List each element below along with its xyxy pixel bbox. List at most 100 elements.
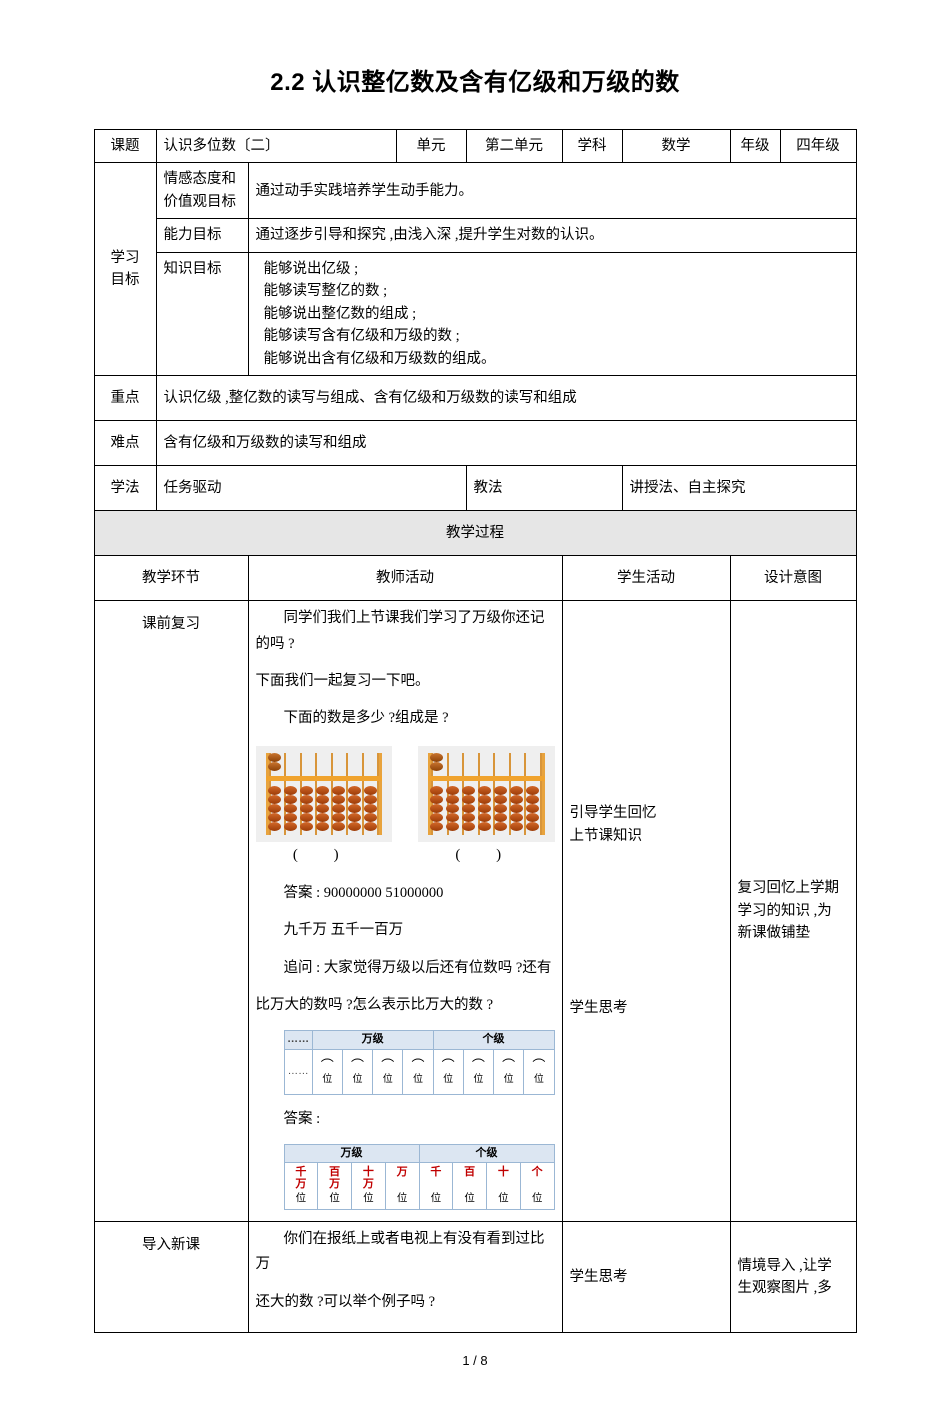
pv-name-1: 千 — [430, 1165, 442, 1178]
pv-unit: 位 — [498, 1191, 509, 1204]
review-answer2-label: 答案 : — [283, 1110, 321, 1127]
pv-group-ge: 个级 — [418, 1143, 555, 1163]
pv-unit: 位 — [329, 1191, 340, 1204]
design-intent-intro: 情境导入 ,让学 生观察图片 ,多 — [729, 1220, 857, 1334]
pv-header-row: …… 万级 个级 — [283, 1030, 555, 1050]
pv-unit: 位 — [443, 1073, 454, 1085]
intent-line: 复习回忆上学期 — [737, 880, 840, 897]
page-footer: 1 / 8 — [462, 1353, 488, 1368]
table-row: 知识目标 能够说出亿级 ; 能够读写整亿的数 ; 能够说出整亿数的组成 ; 能够… — [94, 251, 857, 377]
table-row: 课前复习 同学们我们上节课我们学习了万级你还记的吗 ? 下面我们一起复习一下吧。… — [93, 600, 857, 1222]
pv-cell: 十万位 — [351, 1161, 386, 1210]
lesson-plan-table: 课题 认识多位数〔二〕 单元 第二单元 学科 数学 年级 四年级 学习 目标 情… — [93, 128, 857, 1334]
header-intent: 设计意图 — [729, 555, 857, 602]
objective-name-emotional-line1: 情感态度和 — [163, 171, 237, 188]
pv-group-ge: 个级 — [432, 1030, 555, 1050]
label-objectives-line1: 学习 — [110, 249, 140, 266]
label-objectives-line2: 目标 — [110, 272, 140, 289]
pv-unit: 位 — [396, 1191, 408, 1204]
label-key-point: 重点 — [93, 375, 157, 422]
pv-name-2: 万 — [362, 1177, 374, 1190]
abacus-right — [418, 745, 555, 842]
document-page: 2.2 认识整亿数及含有亿级和万级的数 课题 认识多位数〔二〕 单元 第二单元 … — [0, 62, 950, 1406]
review-text-2: 下面我们一起复习一下吧。 — [255, 672, 430, 689]
review-text-1: 同学们我们上节课我们学习了万级你还记的吗 ? — [255, 610, 545, 652]
pv-unit: 位 — [412, 1073, 423, 1085]
pv-cells-row: …… ⌒ 位 ⌒ 位 ⌒ 位 ⌒ 位 ⌒ 位 ⌒ 位 ⌒ 位 ⌒ 位 — [283, 1048, 555, 1095]
table-row: 教学环节 教师活动 学生活动 设计意图 — [93, 555, 857, 602]
label-grade: 年级 — [729, 128, 781, 164]
table-row: 学法 任务驱动 教法 讲授法、自主探究 — [93, 465, 857, 512]
table-row: 能力目标 通过逐步引导和探究 ,由浅入深 ,提升学生对数的认识。 — [94, 218, 857, 253]
value-topic: 认识多位数〔二〕 — [155, 128, 397, 164]
knowledge-line: 能够说出亿级 ; — [263, 260, 359, 277]
pv-unit: 位 — [533, 1073, 544, 1085]
table-row: 课题 认识多位数〔二〕 单元 第二单元 学科 数学 年级 四年级 — [93, 128, 857, 164]
pv-arc: ⌒ — [411, 1057, 425, 1073]
pv-name-1: 万 — [396, 1165, 408, 1178]
table-row: 难点 含有亿级和万级数的读写和组成 — [93, 420, 857, 467]
value-grade: 四年级 — [779, 128, 857, 164]
pv-cells-row: 千万位 百万位 十万位 万万位 千万位 百万位 十万位 个万位 — [283, 1161, 555, 1210]
pv-group-wan: 万级 — [311, 1030, 434, 1050]
pv-unit: 位 — [430, 1191, 442, 1204]
objective-name-ability: 能力目标 — [155, 218, 249, 253]
intro-text-1: 你们在报纸上或者电视上有没有看到过比万 — [255, 1230, 545, 1273]
pv-cell: 个万位 — [519, 1161, 555, 1210]
header-student: 学生活动 — [561, 555, 731, 602]
table-row: 教学过程 — [93, 510, 857, 557]
blank-left: ( ) — [292, 846, 355, 863]
header-stage: 教学环节 — [93, 555, 249, 602]
intent-line: 生观察图片 ,多 — [737, 1280, 832, 1296]
pv-cell: ⌒ 位 — [523, 1048, 555, 1095]
pv-cell: 十万位 — [486, 1161, 521, 1210]
value-key-point: 认识亿级 ,整亿数的读写与组成、含有亿级和万级数的读写和组成 — [155, 375, 857, 422]
pv-cell: ⌒ 位 — [341, 1048, 374, 1095]
intent-line: 学习的知识 ,为 — [737, 902, 832, 919]
abacus-left — [255, 745, 392, 842]
value-study-method: 任务驱动 — [155, 465, 467, 512]
blank-right: ( ) — [455, 846, 518, 863]
label-teach-method: 教法 — [465, 465, 623, 512]
abacus-figures — [255, 745, 555, 842]
place-value-table-blank-wrap: …… 万级 个级 …… ⌒位 ⌒位 ⌒位 ⌒位 ⌒位 ⌒位 ⌒位 — [283, 1030, 555, 1095]
value-subject: 数学 — [621, 128, 731, 164]
label-topic: 课题 — [93, 128, 157, 164]
label-subject: 学科 — [561, 128, 623, 164]
stage-intro: 导入新课 — [93, 1220, 249, 1334]
table-row: 导入新课 你们在报纸上或者电视上有没有看到过比万 还大的数 ?可以举个例子吗 ?… — [93, 1220, 857, 1334]
pv-arc: ⌒ — [532, 1057, 546, 1073]
pv-name-2: 万 — [329, 1177, 341, 1190]
student-activity-intro: 学生思考 — [561, 1220, 731, 1334]
pv-name-1: 千 — [295, 1165, 307, 1178]
abacus-answer-blanks: ( ) ( ) — [256, 844, 555, 867]
student-line: 学生思考 — [569, 1268, 628, 1285]
pv-group-wan: 万级 — [283, 1143, 420, 1163]
objective-text-ability: 通过逐步引导和探究 ,由浅入深 ,提升学生对数的认识。 — [247, 218, 857, 253]
pv-cell: 千万位 — [283, 1161, 319, 1210]
pv-unit: 位 — [473, 1073, 484, 1085]
stage-review: 课前复习 — [93, 600, 249, 1222]
review-followup-2: 比万大的数吗 ?怎么表示比万大的数 ? — [255, 997, 494, 1014]
pv-arc: ⌒ — [502, 1057, 516, 1073]
pv-arc: ⌒ — [351, 1057, 365, 1073]
pv-name-1: 十 — [497, 1165, 509, 1178]
pv-cell: ⌒ 位 — [492, 1048, 525, 1095]
student-line: 引导学生回忆 — [569, 805, 657, 822]
pv-arc: ⌒ — [441, 1057, 455, 1073]
student-activity-review: 引导学生回忆 上节课知识 学生思考 — [561, 600, 731, 1222]
pv-cell: ⌒ 位 — [462, 1048, 495, 1095]
objective-name-emotional: 情感态度和 价值观目标 — [155, 162, 249, 220]
teacher-activity-intro: 你们在报纸上或者电视上有没有看到过比万 还大的数 ?可以举个例子吗 ? — [247, 1220, 563, 1334]
intent-line: 情境导入 ,让学 — [737, 1257, 832, 1274]
objective-text-knowledge: 能够说出亿级 ; 能够读写整亿的数 ; 能够说出整亿数的组成 ; 能够读写含有亿… — [247, 251, 857, 377]
pv-name-2: 万 — [295, 1177, 307, 1190]
value-teach-method: 讲授法、自主探究 — [621, 465, 857, 512]
teacher-activity-review: 同学们我们上节课我们学习了万级你还记的吗 ? 下面我们一起复习一下吧。 下面的数… — [247, 600, 563, 1222]
label-objectives: 学习 目标 — [93, 162, 157, 377]
review-question: 下面的数是多少 ?组成是 ? — [283, 710, 449, 727]
objective-text-emotional: 通过动手实践培养学生动手能力。 — [247, 162, 857, 220]
intro-text-2: 还大的数 ?可以举个例子吗 ? — [255, 1293, 436, 1310]
student-line: 学生思考 — [569, 1000, 628, 1017]
review-answer-numbers: 答案 : 90000000 51000000 — [283, 884, 444, 901]
